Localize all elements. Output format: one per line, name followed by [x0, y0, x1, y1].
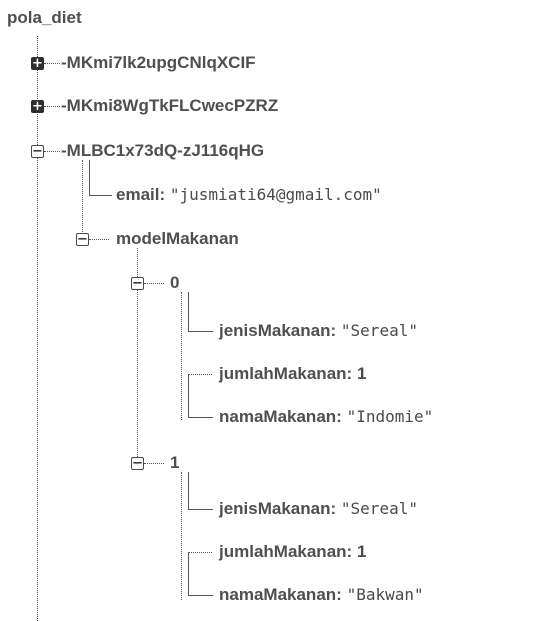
child-key: -MKmi7lk2upgCNlqXCIF	[61, 53, 256, 72]
tree-connector	[89, 160, 112, 196]
field-value: 1	[356, 364, 367, 383]
nama-makanan-field[interactable]: namaMakanan: "Bakwan"	[219, 583, 424, 607]
child-key: -MLBC1x73dQ-zJ116qHG	[61, 141, 265, 160]
tree-connector	[44, 106, 60, 107]
model-makanan-node[interactable]: modelMakanan	[116, 227, 239, 251]
field-separator: :	[346, 542, 353, 561]
array-index-node[interactable]: 1	[170, 451, 179, 475]
jumlah-makanan-field[interactable]: jumlahMakanan: 1	[219, 362, 366, 386]
field-value: "Bakwan"	[346, 585, 424, 604]
email-field[interactable]: email: "jusmiati64@gmail.com"	[116, 183, 382, 207]
field-separator: :	[346, 364, 353, 383]
tree-connector	[188, 552, 213, 596]
tree-connector	[89, 239, 109, 240]
field-separator: :	[330, 499, 337, 518]
child-node[interactable]: -MKmi8WgTkFLCwecPZRZ	[61, 94, 278, 118]
field-key: jenisMakanan	[219, 321, 331, 340]
field-value: 1	[356, 542, 367, 561]
field-value: "Indomie"	[346, 407, 434, 426]
field-key: jumlahMakanan	[219, 542, 347, 561]
array-index: 1	[170, 453, 180, 472]
tree-connector	[188, 374, 213, 418]
nama-makanan-field[interactable]: namaMakanan: "Indomie"	[219, 405, 433, 429]
jenis-makanan-field[interactable]: jenisMakanan: "Sereal"	[219, 497, 418, 521]
tree-connector	[144, 283, 164, 284]
tree-connector	[188, 472, 213, 510]
field-value: "Sereal"	[340, 321, 418, 340]
field-key: jenisMakanan	[219, 499, 331, 518]
field-value: "Sereal"	[340, 499, 418, 518]
jenis-makanan-field[interactable]: jenisMakanan: "Sereal"	[219, 319, 418, 343]
child-key: -MKmi8WgTkFLCwecPZRZ	[61, 96, 279, 115]
field-key: namaMakanan	[219, 407, 337, 426]
field-separator: :	[336, 585, 342, 604]
field-value: "jusmiati64@gmail.com"	[169, 185, 382, 204]
jumlah-makanan-field[interactable]: jumlahMakanan: 1	[219, 540, 366, 564]
field-key: email	[116, 185, 160, 204]
tree-guide-item-1	[181, 472, 182, 600]
tree-connector	[188, 292, 213, 332]
tree-connector	[44, 151, 60, 152]
plus-icon[interactable]: +	[31, 100, 44, 113]
child-node[interactable]: -MKmi7lk2upgCNlqXCIF	[61, 51, 256, 75]
tree-guide-root	[37, 36, 38, 621]
minus-icon[interactable]: −	[131, 277, 144, 290]
field-separator: :	[159, 185, 166, 204]
tree-guide-item-0	[181, 292, 182, 420]
minus-icon[interactable]: −	[31, 145, 44, 158]
field-separator: :	[336, 407, 342, 426]
field-key: namaMakanan	[219, 585, 337, 604]
model-makanan-key: modelMakanan	[116, 229, 239, 248]
tree-connector	[44, 63, 60, 64]
plus-icon[interactable]: +	[31, 57, 44, 70]
tree-guide-record	[82, 160, 83, 240]
minus-icon[interactable]: −	[76, 233, 89, 246]
field-key: jumlahMakanan	[219, 364, 347, 383]
root-node-label[interactable]: pola_diet	[7, 6, 82, 30]
child-node[interactable]: -MLBC1x73dQ-zJ116qHG	[61, 139, 264, 163]
field-separator: :	[330, 321, 337, 340]
tree-connector	[144, 463, 164, 464]
database-tree: pola_diet + -MKmi7lk2upgCNlqXCIF + -MKmi…	[0, 0, 547, 621]
array-index: 0	[170, 273, 180, 292]
minus-icon[interactable]: −	[131, 457, 144, 470]
array-index-node[interactable]: 0	[170, 271, 179, 295]
root-key: pola_diet	[7, 8, 82, 27]
